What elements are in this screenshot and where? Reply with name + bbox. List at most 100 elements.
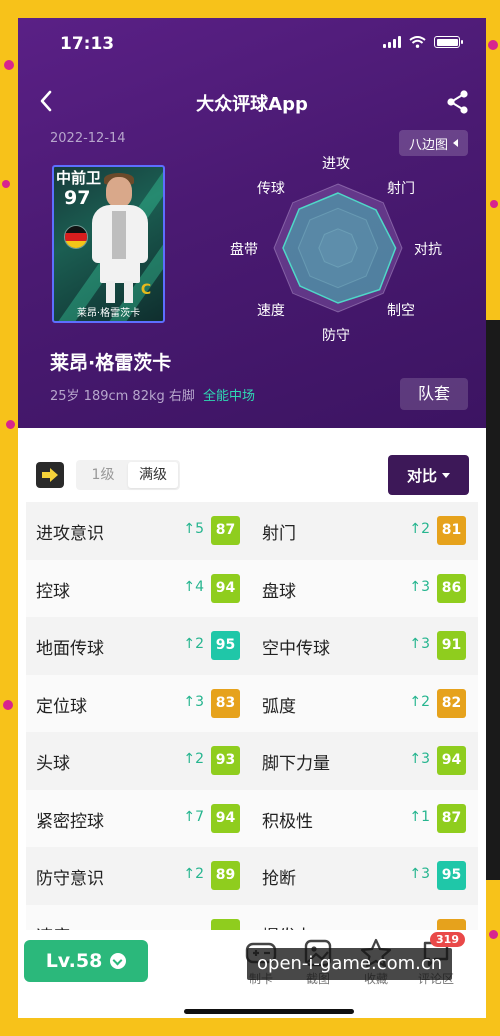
stat-value-badge: 94 xyxy=(211,573,240,603)
stat-increase: ↑7 xyxy=(183,809,204,825)
player-image xyxy=(100,261,140,283)
stat-increase-value: 2 xyxy=(421,521,430,537)
player-image xyxy=(112,211,126,259)
decor-dot xyxy=(2,180,10,188)
stat-increase-value: 2 xyxy=(195,866,204,882)
stat-increase-value: 3 xyxy=(421,578,430,595)
radar-axis-label: 速度 xyxy=(256,302,285,319)
status-icons xyxy=(383,36,463,48)
home-indicator xyxy=(184,1009,354,1014)
stat-row: 防守意识 ↑2 89 抢断 ↑3 95 xyxy=(26,847,478,905)
level-option-max[interactable]: 满级 xyxy=(128,462,178,488)
player-header: 17:13 大众评球App 2022-12-14 八边图 中前卫 97 C 莱昂… xyxy=(18,18,486,428)
stat-item: 紧密控球 ↑7 94 xyxy=(26,790,252,848)
stat-name: 进攻意识 xyxy=(36,524,104,544)
stat-item: 盘球 ↑3 86 xyxy=(252,560,478,618)
arrow-up-icon: ↑ xyxy=(183,693,196,710)
triangle-down-icon xyxy=(442,472,450,478)
stat-name: 积极性 xyxy=(262,811,313,832)
stat-increase-value: 2 xyxy=(195,636,204,652)
kit-button[interactable]: 队套 xyxy=(400,378,468,410)
stat-increase-value: 7 xyxy=(195,808,204,825)
arrow-up-icon: ↑ xyxy=(409,578,422,595)
arrow-up-icon: ↑ xyxy=(409,751,422,767)
level-toggle: 1级 满级 xyxy=(76,460,180,490)
watermark: open-i-game.com.cn xyxy=(247,948,453,980)
stat-name: 射门 xyxy=(262,524,296,544)
arrow-up-icon: ↑ xyxy=(409,866,422,882)
stat-value-badge: 81 xyxy=(437,516,466,545)
stat-name: 紧密控球 xyxy=(36,811,104,832)
stat-item: 射门 ↑2 81 xyxy=(252,502,478,560)
player-name: 莱昂·格雷茨卡 xyxy=(50,352,172,374)
stat-item: 抢断 ↑3 95 xyxy=(252,847,478,905)
stat-name: 弧度 xyxy=(262,696,296,717)
stat-item: 进攻意识 ↑5 87 xyxy=(26,502,252,560)
compare-button[interactable]: 对比 xyxy=(388,455,469,495)
decor-dot xyxy=(489,930,498,939)
level-option-1[interactable]: 1级 xyxy=(78,462,128,488)
stat-value-badge: 94 xyxy=(437,746,466,775)
share-icon xyxy=(447,90,468,114)
arrow-right-icon xyxy=(42,468,58,482)
radar-axis-label: 盘带 xyxy=(230,242,258,258)
stat-item: 定位球 ↑3 83 xyxy=(26,675,252,733)
decor-dot xyxy=(490,200,498,208)
stat-increase-value: 3 xyxy=(195,693,204,710)
stat-value-badge: 87 xyxy=(437,803,466,833)
stat-increase-value: 1 xyxy=(421,808,430,825)
decor-dot xyxy=(488,40,498,50)
player-info: 25岁 189cm 82kg 右脚 xyxy=(50,389,195,404)
stat-increase: ↑3 xyxy=(409,866,430,882)
stat-value-badge: 86 xyxy=(437,573,466,603)
status-time: 17:13 xyxy=(60,34,115,54)
stat-increase: ↑1 xyxy=(409,809,430,825)
player-image xyxy=(124,281,133,303)
stat-item: 地面传球 ↑2 95 xyxy=(26,617,252,675)
stat-name: 头球 xyxy=(36,754,70,774)
stat-value-badge: 82 xyxy=(437,688,466,718)
triangle-left-icon xyxy=(453,139,458,147)
stat-row: 地面传球 ↑2 95 空中传球 ↑3 91 xyxy=(26,617,478,675)
stat-item: 防守意识 ↑2 89 xyxy=(26,847,252,905)
direction-button[interactable] xyxy=(36,462,64,488)
stat-increase: ↑4 xyxy=(183,579,204,595)
stat-increase: ↑2 xyxy=(183,636,204,652)
stat-value-badge: 89 xyxy=(211,861,240,890)
player-card[interactable]: 中前卫 97 C 莱昂·格雷茨卡 xyxy=(52,165,165,323)
stat-increase: ↑2 xyxy=(183,866,204,882)
stat-increase: ↑2 xyxy=(183,751,204,767)
stat-increase: ↑5 xyxy=(183,521,204,537)
status-bar: 17:13 xyxy=(18,18,486,68)
arrow-up-icon: ↑ xyxy=(409,808,422,825)
stat-increase: ↑3 xyxy=(409,751,430,767)
stat-increase-value: 4 xyxy=(195,578,204,595)
stat-row: 头球 ↑2 93 脚下力量 ↑3 94 xyxy=(26,732,478,790)
decor-dot xyxy=(3,700,13,710)
chevron-down-icon xyxy=(110,953,127,969)
level-badge[interactable]: Lv.58 xyxy=(24,940,148,982)
card-name: 莱昂·格雷茨卡 xyxy=(76,308,141,319)
arrow-up-icon: ↑ xyxy=(409,693,422,710)
page-title: 大众评球App xyxy=(196,94,308,115)
stat-name: 地面传球 xyxy=(36,639,104,659)
radar-axis-label: 传球 xyxy=(256,181,285,198)
stat-value-badge: 95 xyxy=(437,861,466,890)
stat-increase: ↑2 xyxy=(409,521,430,537)
stat-value-badge: 87 xyxy=(211,516,240,545)
stat-increase: ↑3 xyxy=(409,636,430,652)
stat-item: 弧度 ↑2 82 xyxy=(252,675,478,733)
stat-name: 盘球 xyxy=(262,581,296,602)
arrow-up-icon: ↑ xyxy=(183,521,196,537)
stat-value-badge: 91 xyxy=(437,631,466,660)
radar-chart: 进攻 射门 对抗 制空 防守 速度 盘带 传球 xyxy=(218,148,486,378)
stat-value-badge: 95 xyxy=(211,631,240,660)
stat-name: 空中传球 xyxy=(262,639,330,659)
share-button[interactable] xyxy=(444,88,472,116)
stat-value-badge: 94 xyxy=(211,803,240,833)
stat-name: 抢断 xyxy=(262,869,296,889)
stats-list: 进攻意识 ↑5 87 射门 ↑2 81 控球 ↑4 94 盘球 ↑3 86 地面传球 ↑2 95 空中传球 ↑3… xyxy=(26,502,478,962)
decor-dot xyxy=(6,420,15,429)
radar-axis-label: 进攻 xyxy=(322,156,350,172)
stat-item: 头球 ↑2 93 xyxy=(26,732,252,790)
